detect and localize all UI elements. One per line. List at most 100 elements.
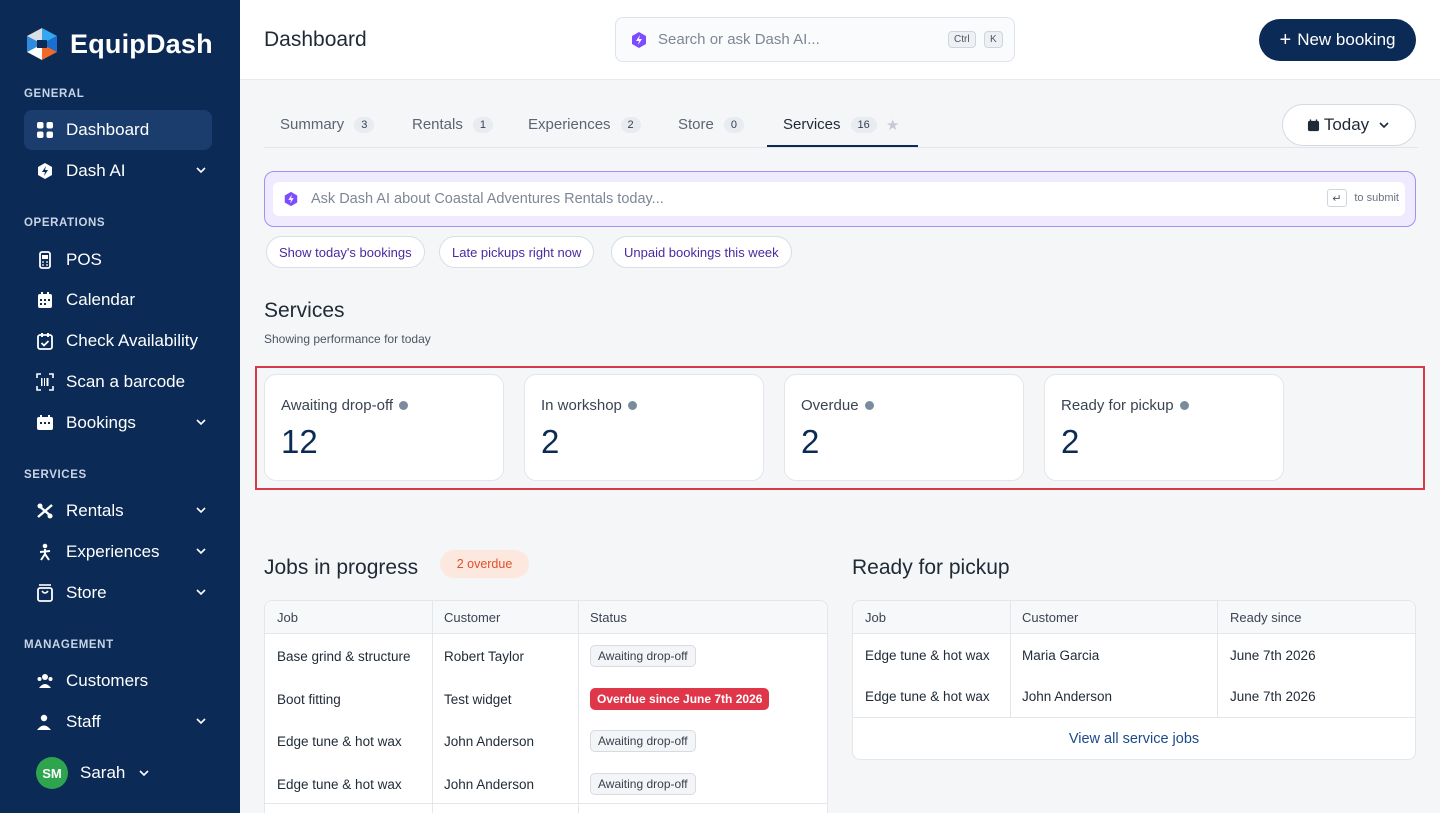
cell-job: Boot fitting (277, 692, 341, 707)
stat-value: 2 (801, 423, 820, 460)
sidebar-item-label: Dashboard (66, 120, 150, 139)
column-header-job: Job (865, 610, 886, 625)
suggestion-chip[interactable]: Show today's bookings (266, 236, 425, 268)
sidebar-item-label: Check Availability (66, 331, 198, 350)
calendar-icon (1307, 118, 1319, 131)
cell-customer: John Anderson (1022, 689, 1113, 704)
tab-count: 2 (620, 116, 641, 133)
chevron-down-icon (196, 167, 206, 174)
sidebar-item-experiences[interactable]: Experiences (24, 532, 212, 572)
stat-label: Ready for pickup (1061, 397, 1174, 414)
tab-experiences[interactable]: Experiences 2 (528, 116, 641, 133)
cell-job: Base grind & structure (277, 649, 411, 664)
calendar-check-icon (36, 332, 54, 350)
stat-label: Overdue (801, 397, 859, 414)
chevron-down-icon (139, 770, 149, 777)
sidebar-item-dash-ai[interactable]: Dash AI (24, 151, 212, 191)
tab-rentals[interactable]: Rentals 1 (412, 116, 493, 133)
cell-customer: John Anderson (444, 734, 535, 749)
jobs-in-progress-table: Job Customer Status Base grind & structu… (264, 600, 828, 813)
cell-job: Edge tune & hot wax (277, 734, 402, 749)
chevron-down-icon (196, 507, 206, 514)
page-title: Dashboard (264, 28, 367, 51)
sidebar-item-calendar[interactable]: Calendar (24, 280, 212, 320)
chevron-down-icon (196, 718, 206, 725)
sidebar-item-store[interactable]: Store (24, 573, 212, 613)
user-name: Sarah (80, 763, 126, 782)
active-tab-indicator (767, 145, 918, 147)
cell-job: Edge tune & hot wax (865, 689, 990, 704)
status-badge: Overdue since June 7th 2026 (590, 688, 770, 710)
sidebar-item-label: Experiences (66, 542, 160, 561)
dashboard-tabs: Summary 3 Rentals 1 Experiences 2 Store … (264, 104, 1418, 148)
dash-ai-icon (632, 31, 646, 48)
tab-services[interactable]: Services 16 (783, 116, 877, 133)
tab-store[interactable]: Store 0 (678, 116, 744, 133)
ready-for-pickup-title: Ready for pickup (852, 556, 1010, 579)
stat-card-overdue[interactable]: Overdue 2 (784, 374, 1024, 481)
dashboard-grid-icon (36, 121, 54, 139)
stat-card-awaiting-dropoff[interactable]: Awaiting drop-off 12 (264, 374, 504, 481)
search-placeholder: Search or ask Dash AI... (658, 31, 820, 48)
star-icon[interactable]: ★ (886, 116, 899, 134)
info-icon[interactable] (1179, 401, 1189, 410)
submit-hint: to submit (1354, 192, 1399, 204)
tab-count: 16 (850, 116, 877, 133)
services-subtitle: Showing performance for today (264, 332, 431, 346)
tab-label: Rentals (412, 116, 463, 133)
status-badge: Awaiting drop-off (590, 730, 696, 752)
barcode-icon (36, 373, 54, 391)
date-filter-dropdown[interactable]: Today (1282, 104, 1416, 146)
column-divider (1010, 601, 1011, 717)
user-menu[interactable]: SM Sarah (36, 757, 151, 789)
cell-customer: Maria Garcia (1022, 648, 1100, 663)
sidebar-item-bookings[interactable]: Bookings (24, 403, 212, 443)
column-divider (1217, 601, 1218, 717)
brand[interactable]: EquipDash (24, 26, 213, 62)
sidebar-item-check-availability[interactable]: Check Availability (24, 321, 212, 361)
search-input[interactable]: Search or ask Dash AI... Ctrl K (615, 17, 1015, 62)
sidebar-item-label: Staff (66, 712, 101, 731)
sidebar-item-label: Scan a barcode (66, 372, 186, 391)
info-icon[interactable] (627, 401, 637, 410)
view-all-service-jobs-link[interactable]: View all service jobs (853, 731, 1415, 747)
sidebar-item-rentals[interactable]: Rentals (24, 491, 212, 531)
stat-label-row: Awaiting drop-off (281, 397, 409, 414)
row-divider (265, 803, 827, 804)
sidebar: EquipDash GENERAL Dashboard Dash AI OPER… (0, 0, 240, 813)
services-title: Services (264, 299, 345, 322)
experiences-icon (36, 543, 54, 561)
stat-card-in-workshop[interactable]: In workshop 2 (524, 374, 764, 481)
dash-ai-icon (36, 162, 54, 180)
suggestion-chip[interactable]: Unpaid bookings this week (611, 236, 792, 268)
stat-card-ready-for-pickup[interactable]: Ready for pickup 2 (1044, 374, 1284, 481)
suggestion-chip[interactable]: Late pickups right now (439, 236, 595, 268)
sidebar-item-scan-barcode[interactable]: Scan a barcode (24, 362, 212, 402)
info-icon[interactable] (399, 401, 409, 410)
info-icon[interactable] (864, 401, 874, 410)
column-header-customer: Customer (444, 610, 501, 625)
ai-prompt-input[interactable]: Ask Dash AI about Coastal Adventures Ren… (273, 182, 1405, 216)
column-header-ready-since: Ready since (1230, 610, 1302, 625)
chevron-down-icon (196, 419, 206, 426)
sidebar-item-customers[interactable]: Customers (24, 661, 212, 701)
tab-count: 0 (723, 116, 744, 133)
sidebar-item-staff[interactable]: Staff (24, 702, 212, 742)
pos-terminal-icon (36, 251, 54, 269)
sidebar-item-dashboard[interactable]: Dashboard (24, 110, 212, 150)
column-divider (578, 601, 579, 813)
tab-label: Store (678, 116, 714, 133)
avatar: SM (36, 757, 68, 789)
dash-ai-icon (284, 191, 298, 207)
new-booking-button[interactable]: + New booking (1259, 19, 1416, 61)
tab-summary[interactable]: Summary 3 (280, 116, 375, 133)
table-header: Job Customer Ready since (853, 601, 1415, 634)
sidebar-item-pos[interactable]: POS (24, 240, 212, 280)
sidebar-item-label: Dash AI (66, 161, 126, 180)
customers-icon (36, 672, 54, 690)
equipdash-logo-icon (27, 28, 57, 60)
sidebar-item-label: Rentals (66, 501, 124, 520)
date-filter-label: Today (1323, 115, 1370, 134)
stat-label-row: Overdue (801, 397, 874, 414)
chevron-down-icon (196, 589, 206, 596)
